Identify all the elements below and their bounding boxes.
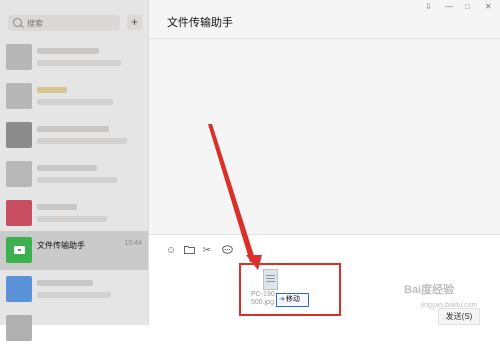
watermark-url: jingyan.baidu.com (421, 302, 478, 309)
annotation-arrow (208, 124, 262, 270)
